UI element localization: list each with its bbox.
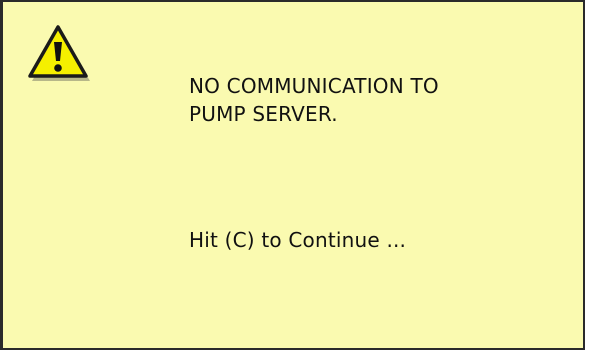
error-message-line-2: PUMP SERVER.: [189, 102, 338, 126]
warning-triangle-icon: [28, 25, 90, 81]
alert-dialog: NO COMMUNICATION TO PUMP SERVER. Hit (C)…: [0, 0, 585, 350]
error-message: NO COMMUNICATION TO PUMP SERVER.: [189, 72, 439, 128]
continue-prompt: Hit (C) to Continue ...: [189, 228, 407, 252]
error-message-line-1: NO COMMUNICATION TO: [189, 74, 439, 98]
